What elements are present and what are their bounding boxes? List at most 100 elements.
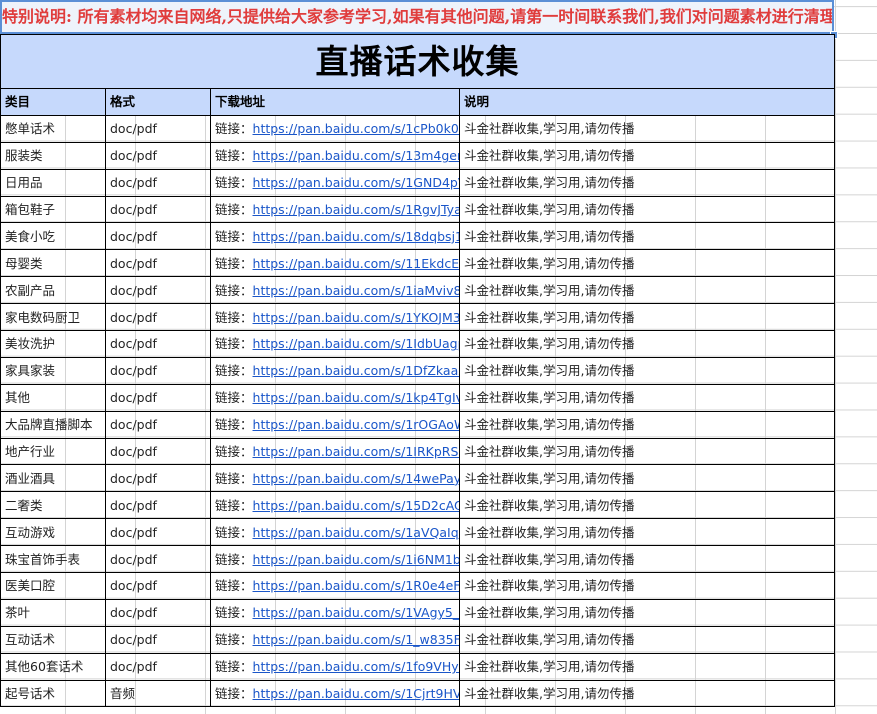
download-cell[interactable]: 链接：https://pan.baidu.com/s/1IRKpRSb <box>210 437 460 466</box>
category-cell[interactable]: 母婴类 <box>0 249 106 278</box>
download-link[interactable]: https://pan.baidu.com/s/1RgvJTya3 <box>253 202 459 217</box>
note-cell[interactable]: 斗金社群收集,学习用,请勿传播 <box>459 276 835 305</box>
download-cell[interactable]: 链接：https://pan.baidu.com/s/1RgvJTya3 <box>210 195 460 224</box>
download-link[interactable]: https://pan.baidu.com/s/1IRKpRSb <box>253 444 459 459</box>
download-cell[interactable]: 链接：https://pan.baidu.com/s/1i6NM1b9l <box>210 545 460 574</box>
download-link[interactable]: https://pan.baidu.com/s/14wePayX <box>253 471 459 486</box>
note-cell[interactable]: 斗金社群收集,学习用,请勿传播 <box>459 625 835 654</box>
download-cell[interactable]: 链接：https://pan.baidu.com/s/1GND4pVi <box>210 168 460 197</box>
download-link[interactable]: https://pan.baidu.com/s/1R0e4eFzl <box>253 578 459 593</box>
spreadsheet-grid[interactable]: 特别说明: 所有素材均来自网络,只提供给大家参考学习,如果有其他问题,请第一时间… <box>0 0 877 714</box>
download-link[interactable]: https://pan.baidu.com/s/1Cjrt9HVG <box>253 686 459 701</box>
format-cell[interactable]: doc/pdf <box>105 356 211 385</box>
format-cell[interactable]: doc/pdf <box>105 383 211 412</box>
download-cell[interactable]: 链接：https://pan.baidu.com/s/1IdbUagpc <box>210 330 460 358</box>
download-link[interactable]: https://pan.baidu.com/s/18dqbsj1I <box>253 229 459 244</box>
download-link[interactable]: https://pan.baidu.com/s/15D2cAO_ <box>253 498 459 513</box>
download-link[interactable]: https://pan.baidu.com/s/1YKOJM3O <box>253 310 459 325</box>
format-cell[interactable]: doc/pdf <box>105 141 211 170</box>
category-cell[interactable]: 憋单话术 <box>0 114 106 143</box>
format-cell[interactable]: doc/pdf <box>105 249 211 278</box>
note-cell[interactable]: 斗金社群收集,学习用,请勿传播 <box>459 491 835 520</box>
category-cell[interactable]: 美食小吃 <box>0 222 106 251</box>
category-cell[interactable]: 二奢类 <box>0 491 106 520</box>
download-link[interactable]: https://pan.baidu.com/s/1_w835FS <box>253 632 459 647</box>
note-cell[interactable]: 斗金社群收集,学习用,请勿传播 <box>459 598 835 627</box>
download-link[interactable]: https://pan.baidu.com/s/11EkdcE_T <box>253 256 459 271</box>
download-cell[interactable]: 链接：https://pan.baidu.com/s/1rOGAoWK <box>210 410 460 439</box>
category-cell[interactable]: 茶叶 <box>0 598 106 627</box>
category-cell[interactable]: 美妆洗护 <box>0 330 106 358</box>
note-cell[interactable]: 斗金社群收集,学习用,请勿传播 <box>459 168 835 197</box>
format-cell[interactable]: doc/pdf <box>105 518 211 547</box>
download-link[interactable]: https://pan.baidu.com/s/1rOGAoWK <box>253 417 459 432</box>
note-cell[interactable]: 斗金社群收集,学习用,请勿传播 <box>459 330 835 358</box>
download-link[interactable]: https://pan.baidu.com/s/1GND4pVi <box>253 175 459 190</box>
download-cell[interactable]: 链接：https://pan.baidu.com/s/1DfZkaaX6 <box>210 356 460 385</box>
category-cell[interactable]: 其他60套话术 <box>0 652 106 681</box>
category-cell[interactable]: 起号话术 <box>0 679 106 708</box>
format-cell[interactable]: doc/pdf <box>105 625 211 654</box>
category-cell[interactable]: 酒业酒具 <box>0 464 106 493</box>
category-cell[interactable]: 互动游戏 <box>0 518 106 547</box>
format-cell[interactable]: doc/pdf <box>105 330 211 358</box>
note-cell[interactable]: 斗金社群收集,学习用,请勿传播 <box>459 437 835 466</box>
format-cell[interactable]: doc/pdf <box>105 195 211 224</box>
note-cell[interactable]: 斗金社群收集,学习用,请勿传播 <box>459 356 835 385</box>
note-cell[interactable]: 斗金社群收集,学习用,请勿传播 <box>459 195 835 224</box>
download-cell[interactable]: 链接：https://pan.baidu.com/s/1VAgy5_A <box>210 598 460 627</box>
header-download[interactable]: 下载地址 <box>210 88 460 116</box>
download-cell[interactable]: 链接：https://pan.baidu.com/s/14wePayX <box>210 464 460 493</box>
download-link[interactable]: https://pan.baidu.com/s/1i6NM1b9l <box>253 552 459 567</box>
format-cell[interactable]: doc/pdf <box>105 598 211 627</box>
format-cell[interactable]: doc/pdf <box>105 652 211 681</box>
download-cell[interactable]: 链接：https://pan.baidu.com/s/1R0e4eFzl <box>210 572 460 600</box>
format-cell[interactable]: doc/pdf <box>105 572 211 600</box>
download-cell[interactable]: 链接：https://pan.baidu.com/s/1kp4TgIvk <box>210 383 460 412</box>
format-cell[interactable]: doc/pdf <box>105 410 211 439</box>
download-cell[interactable]: 链接：https://pan.baidu.com/s/1cPb0k0Mi <box>210 114 460 143</box>
download-cell[interactable]: 链接：https://pan.baidu.com/s/1iaMviv8w <box>210 276 460 305</box>
format-cell[interactable]: doc/pdf <box>105 303 211 332</box>
download-cell[interactable]: 链接：https://pan.baidu.com/s/1_w835FS <box>210 625 460 654</box>
header-note[interactable]: 说明 <box>459 88 835 116</box>
download-link[interactable]: https://pan.baidu.com/s/1iaMviv8w <box>253 283 459 298</box>
download-link[interactable]: https://pan.baidu.com/s/1kp4TgIvk <box>253 390 459 405</box>
note-cell[interactable]: 斗金社群收集,学习用,请勿传播 <box>459 545 835 574</box>
note-cell[interactable]: 斗金社群收集,学习用,请勿传播 <box>459 114 835 143</box>
download-cell[interactable]: 链接：https://pan.baidu.com/s/1YKOJM3O <box>210 303 460 332</box>
category-cell[interactable]: 互动话术 <box>0 625 106 654</box>
category-cell[interactable]: 家电数码厨卫 <box>0 303 106 332</box>
download-link[interactable]: https://pan.baidu.com/s/1fo9VHyiH <box>253 659 459 674</box>
note-cell[interactable]: 斗金社群收集,学习用,请勿传播 <box>459 222 835 251</box>
notice-cell[interactable]: 特别说明: 所有素材均来自网络,只提供给大家参考学习,如果有其他问题,请第一时间… <box>0 0 834 34</box>
category-cell[interactable]: 日用品 <box>0 168 106 197</box>
note-cell[interactable]: 斗金社群收集,学习用,请勿传播 <box>459 410 835 439</box>
note-cell[interactable]: 斗金社群收集,学习用,请勿传播 <box>459 249 835 278</box>
category-cell[interactable]: 地产行业 <box>0 437 106 466</box>
download-cell[interactable]: 链接：https://pan.baidu.com/s/13m4gem4 <box>210 141 460 170</box>
header-format[interactable]: 格式 <box>105 88 211 116</box>
note-cell[interactable]: 斗金社群收集,学习用,请勿传播 <box>459 518 835 547</box>
header-category[interactable]: 类目 <box>0 88 106 116</box>
format-cell[interactable]: doc/pdf <box>105 437 211 466</box>
download-link[interactable]: https://pan.baidu.com/s/1IdbUagpc <box>253 336 459 351</box>
category-cell[interactable]: 家具家装 <box>0 356 106 385</box>
download-cell[interactable]: 链接：https://pan.baidu.com/s/1Cjrt9HVG <box>210 679 460 708</box>
category-cell[interactable]: 珠宝首饰手表 <box>0 545 106 574</box>
note-cell[interactable]: 斗金社群收集,学习用,请勿传播 <box>459 303 835 332</box>
download-link[interactable]: https://pan.baidu.com/s/1cPb0k0Mi <box>253 121 459 136</box>
download-cell[interactable]: 链接：https://pan.baidu.com/s/1fo9VHyiH <box>210 652 460 681</box>
format-cell[interactable]: doc/pdf <box>105 114 211 143</box>
note-cell[interactable]: 斗金社群收集,学习用,请勿传播 <box>459 141 835 170</box>
format-cell[interactable]: 音频 <box>105 679 211 708</box>
page-title[interactable]: 直播话术收集 <box>0 34 835 89</box>
format-cell[interactable]: doc/pdf <box>105 222 211 251</box>
download-link[interactable]: https://pan.baidu.com/s/1VAgy5_A <box>253 605 459 620</box>
download-cell[interactable]: 链接：https://pan.baidu.com/s/1aVQaIqPL <box>210 518 460 547</box>
download-cell[interactable]: 链接：https://pan.baidu.com/s/18dqbsj1I <box>210 222 460 251</box>
category-cell[interactable]: 大品牌直播脚本 <box>0 410 106 439</box>
format-cell[interactable]: doc/pdf <box>105 491 211 520</box>
note-cell[interactable]: 斗金社群收集,学习用,请勿传播 <box>459 652 835 681</box>
format-cell[interactable]: doc/pdf <box>105 545 211 574</box>
